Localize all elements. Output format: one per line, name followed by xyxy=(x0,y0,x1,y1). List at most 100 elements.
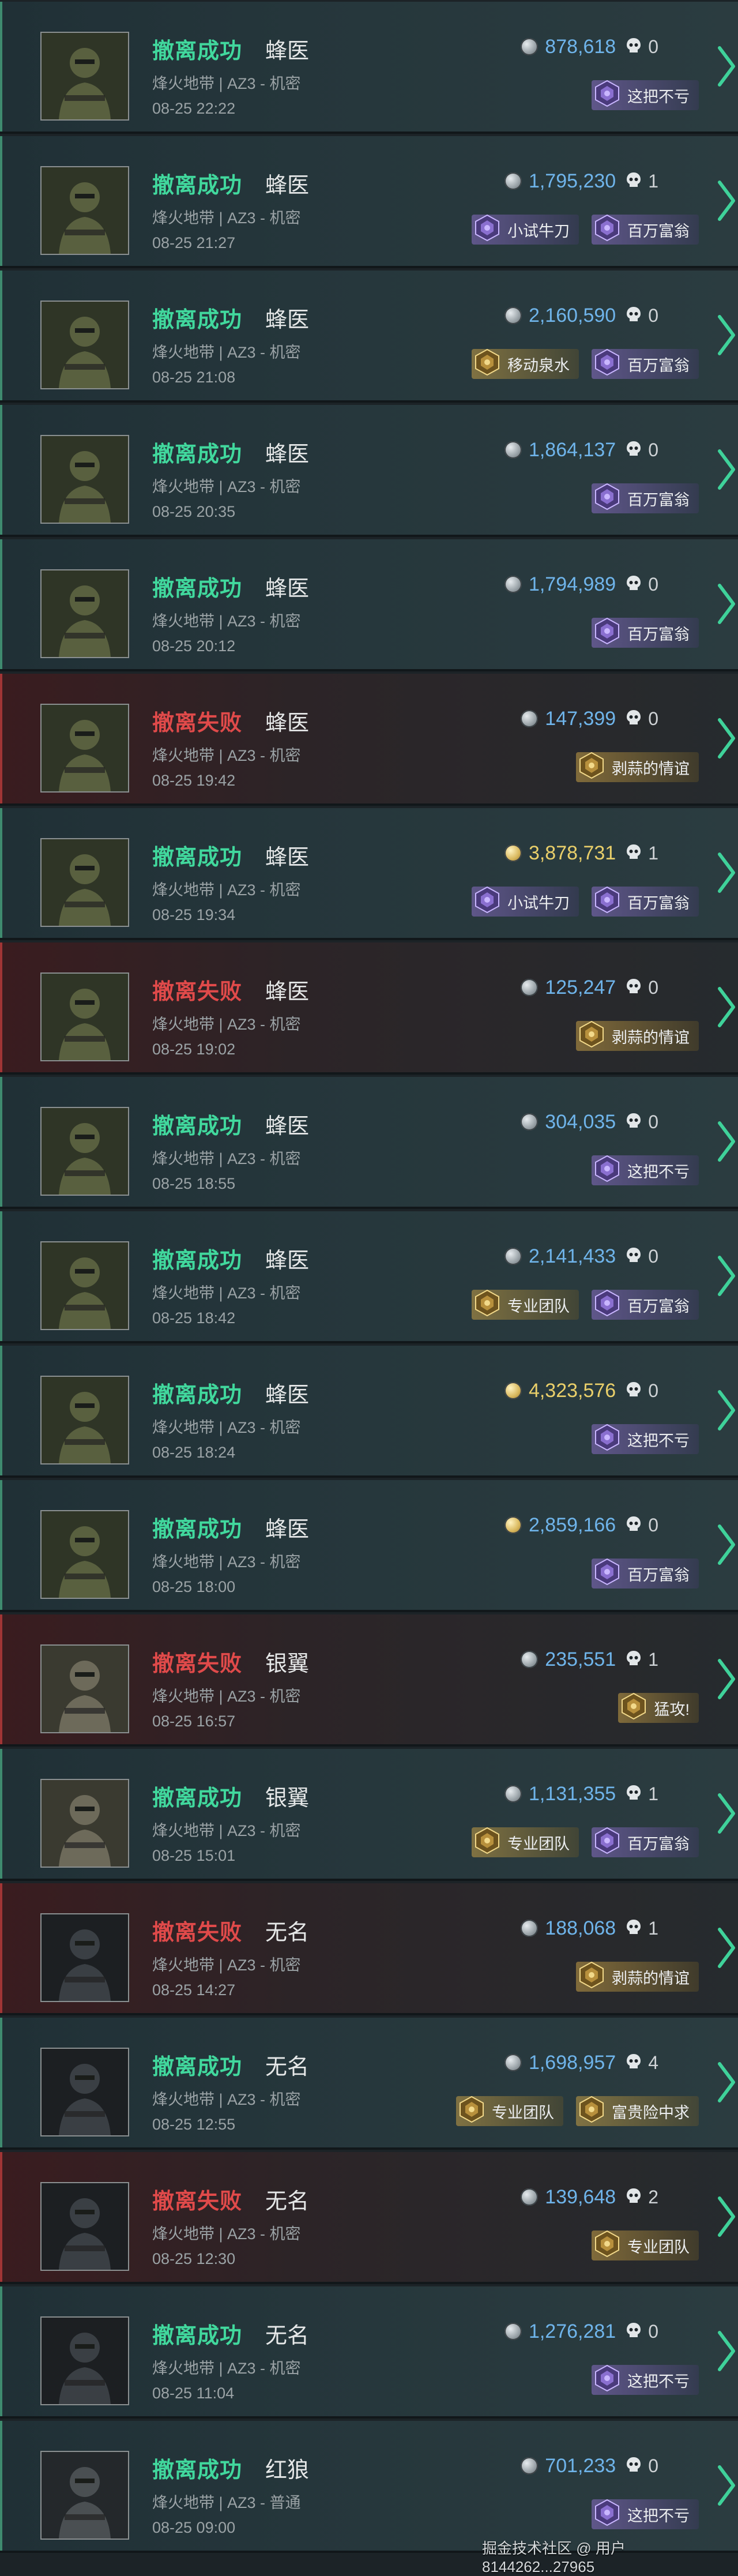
match-time: 08-25 20:35 xyxy=(152,503,236,520)
kill-count: 0 xyxy=(648,708,658,729)
achievement-badge: 小试牛刀 xyxy=(472,214,579,245)
operator-name: 银翼 xyxy=(265,1786,310,1811)
match-record-card[interactable]: 撤离成功 红狼 烽火地带 | AZ3 - 普通 08-25 09:00 701,233 0… xyxy=(0,2421,738,2553)
match-record-card[interactable]: 撤离成功 蜂医 烽火地带 | AZ3 - 机密 08-25 21:08 2,160,59… xyxy=(0,271,738,403)
loot-value-number: 1,795,230 xyxy=(528,170,616,192)
match-record-card[interactable]: 撤离成功 无名 烽火地带 | AZ3 - 机密 08-25 11:04 1,276,28… xyxy=(0,2286,738,2419)
skull-icon xyxy=(623,575,641,594)
badge-row: 剥蒜的情谊 xyxy=(576,752,699,782)
status-edge xyxy=(0,1346,2,1475)
chevron-right-icon[interactable] xyxy=(716,2464,737,2507)
map-mode: 烽火地带 | AZ3 - 机密 xyxy=(152,613,301,630)
coin-icon xyxy=(521,1920,539,1937)
match-record-card[interactable]: 撤离成功 银翼 烽火地带 | AZ3 - 机密 08-25 15:01 1,131,35… xyxy=(0,1749,738,1881)
achievement-badge: 这把不亏 xyxy=(592,1155,699,1185)
coin-icon xyxy=(521,2188,539,2206)
badge-label: 专业团队 xyxy=(492,2104,554,2121)
chevron-right-icon[interactable] xyxy=(716,851,737,895)
match-record-card[interactable]: 撤离成功 蜂医 烽火地带 | AZ3 - 机密 08-25 18:55 304,035 0… xyxy=(0,1077,738,1209)
loot-value-number: 1,276,281 xyxy=(528,2320,616,2342)
status-edge xyxy=(0,1211,2,1341)
skull-icon xyxy=(623,1381,641,1400)
loot-value: 1,131,355 1 xyxy=(504,1782,658,1805)
badge-row: 这把不亏 xyxy=(592,1424,699,1454)
badge-label: 专业团队 xyxy=(627,2238,690,2256)
chevron-right-icon[interactable] xyxy=(716,1792,737,1835)
chevron-right-icon[interactable] xyxy=(716,179,737,223)
achievement-badge: 专业团队 xyxy=(456,2096,563,2126)
match-record-card[interactable]: 撤离成功 蜂医 烽火地带 | AZ3 - 机密 08-25 19:34 3,878,73… xyxy=(0,808,738,940)
chevron-right-icon[interactable] xyxy=(716,448,737,491)
status-edge xyxy=(0,2286,2,2416)
match-time: 08-25 19:34 xyxy=(152,906,236,923)
chevron-right-icon[interactable] xyxy=(716,313,737,357)
coin-icon xyxy=(521,1651,539,1668)
chevron-right-icon[interactable] xyxy=(716,1254,737,1298)
match-record-card[interactable]: 撤离失败 无名 烽火地带 | AZ3 - 机密 08-25 14:27 188,068 1… xyxy=(0,1883,738,2015)
chevron-right-icon[interactable] xyxy=(716,44,737,88)
coin-icon xyxy=(521,1113,539,1131)
match-record-card[interactable]: 撤离成功 蜂医 烽火地带 | AZ3 - 机密 08-25 18:42 2,141,43… xyxy=(0,1211,738,1343)
match-record-card[interactable]: 撤离成功 蜂医 烽火地带 | AZ3 - 机密 08-25 20:12 1,794,98… xyxy=(0,539,738,671)
badge-label: 百万富翁 xyxy=(627,1566,690,1584)
map-mode: 烽火地带 | AZ3 - 机密 xyxy=(152,75,301,92)
kill-count: 4 xyxy=(648,2052,658,2073)
map-mode: 烽火地带 | AZ3 - 机密 xyxy=(152,344,301,361)
match-time: 08-25 11:04 xyxy=(152,2385,235,2402)
chevron-right-icon[interactable] xyxy=(716,716,737,760)
achievement-badge: 猛攻! xyxy=(618,1692,699,1723)
extraction-status: 撤离成功 xyxy=(152,846,243,870)
chevron-right-icon[interactable] xyxy=(716,985,737,1029)
achievement-badge: 移动泉水 xyxy=(472,348,579,379)
loot-value-number: 1,864,137 xyxy=(528,438,616,461)
match-time: 08-25 19:02 xyxy=(152,1041,236,1058)
match-record-card[interactable]: 撤离失败 蜂医 烽火地带 | AZ3 - 机密 08-25 19:42 147,399 0… xyxy=(0,674,738,806)
match-record-card[interactable]: 撤离失败 蜂医 烽火地带 | AZ3 - 机密 08-25 19:02 125,247 0… xyxy=(0,942,738,1075)
skull-icon xyxy=(623,2188,641,2207)
badge-gem-icon xyxy=(593,79,622,112)
match-record-card[interactable]: 撤离失败 银翼 烽火地带 | AZ3 - 机密 08-25 16:57 235,551 1… xyxy=(0,1614,738,1747)
badge-gem-icon xyxy=(577,1961,606,1993)
kill-count: 2 xyxy=(648,2186,658,2207)
loot-value: 2,160,590 0 xyxy=(504,304,658,327)
watermark: 掘金技术社区 @ 用户8144262...27965 xyxy=(482,2540,626,2575)
operator-avatar xyxy=(40,2182,129,2271)
chevron-right-icon[interactable] xyxy=(716,1523,737,1567)
chevron-right-icon[interactable] xyxy=(716,1926,737,1970)
achievement-badge: 百万富翁 xyxy=(592,1827,699,1857)
operator-name: 蜂医 xyxy=(265,1114,310,1139)
loot-value: 1,698,957 4 xyxy=(504,2051,658,2074)
loot-value: 3,878,731 1 xyxy=(504,842,658,865)
extraction-status: 撤离成功 xyxy=(152,39,243,63)
match-record-card[interactable]: 撤离成功 无名 烽火地带 | AZ3 - 机密 08-25 12:55 1,698,95… xyxy=(0,2018,738,2150)
status-edge xyxy=(0,942,2,1072)
chevron-right-icon[interactable] xyxy=(716,2060,737,2104)
loot-value-number: 1,794,989 xyxy=(528,573,616,595)
match-record-card[interactable]: 撤离成功 蜂医 烽火地带 | AZ3 - 机密 08-25 20:35 1,864,13… xyxy=(0,405,738,537)
loot-value-number: 4,323,576 xyxy=(528,1379,616,1402)
badge-row: 百万富翁 xyxy=(592,617,699,649)
match-record-card[interactable]: 撤离失败 无名 烽火地带 | AZ3 - 机密 08-25 12:30 139,648 2… xyxy=(0,2152,738,2284)
chevron-right-icon[interactable] xyxy=(716,2329,737,2373)
match-record-card[interactable]: 撤离成功 蜂医 烽火地带 | AZ3 - 机密 08-25 22:22 878,618 0… xyxy=(0,2,738,134)
map-mode: 烽火地带 | AZ3 - 机密 xyxy=(152,1419,301,1436)
operator-name: 蜂医 xyxy=(265,308,310,332)
badge-gem-icon xyxy=(593,617,622,649)
chevron-right-icon[interactable] xyxy=(716,2195,737,2239)
badge-row: 专业团队 百万富翁 xyxy=(472,1827,699,1857)
chevron-right-icon[interactable] xyxy=(716,582,737,626)
badge-gem-icon xyxy=(577,751,606,784)
match-record-card[interactable]: 撤离成功 蜂医 烽火地带 | AZ3 - 机密 08-25 18:24 4,323,57… xyxy=(0,1346,738,1478)
chevron-right-icon[interactable] xyxy=(716,1657,737,1701)
match-record-card[interactable]: 撤离成功 蜂医 烽火地带 | AZ3 - 机密 08-25 18:00 2,859,16… xyxy=(0,1480,738,1612)
achievement-badge: 剥蒜的情谊 xyxy=(576,1020,699,1051)
operator-name: 无名 xyxy=(265,2324,310,2348)
achievement-badge: 百万富翁 xyxy=(592,1558,699,1589)
coin-icon xyxy=(521,710,539,727)
extraction-status: 撤离成功 xyxy=(152,1786,243,1811)
skull-icon xyxy=(623,306,641,325)
match-record-card[interactable]: 撤离成功 蜂医 烽火地带 | AZ3 - 机密 08-25 21:27 1,795,23… xyxy=(0,136,738,268)
badge-label: 小试牛刀 xyxy=(507,894,570,912)
chevron-right-icon[interactable] xyxy=(716,1388,737,1432)
chevron-right-icon[interactable] xyxy=(716,1120,737,1163)
